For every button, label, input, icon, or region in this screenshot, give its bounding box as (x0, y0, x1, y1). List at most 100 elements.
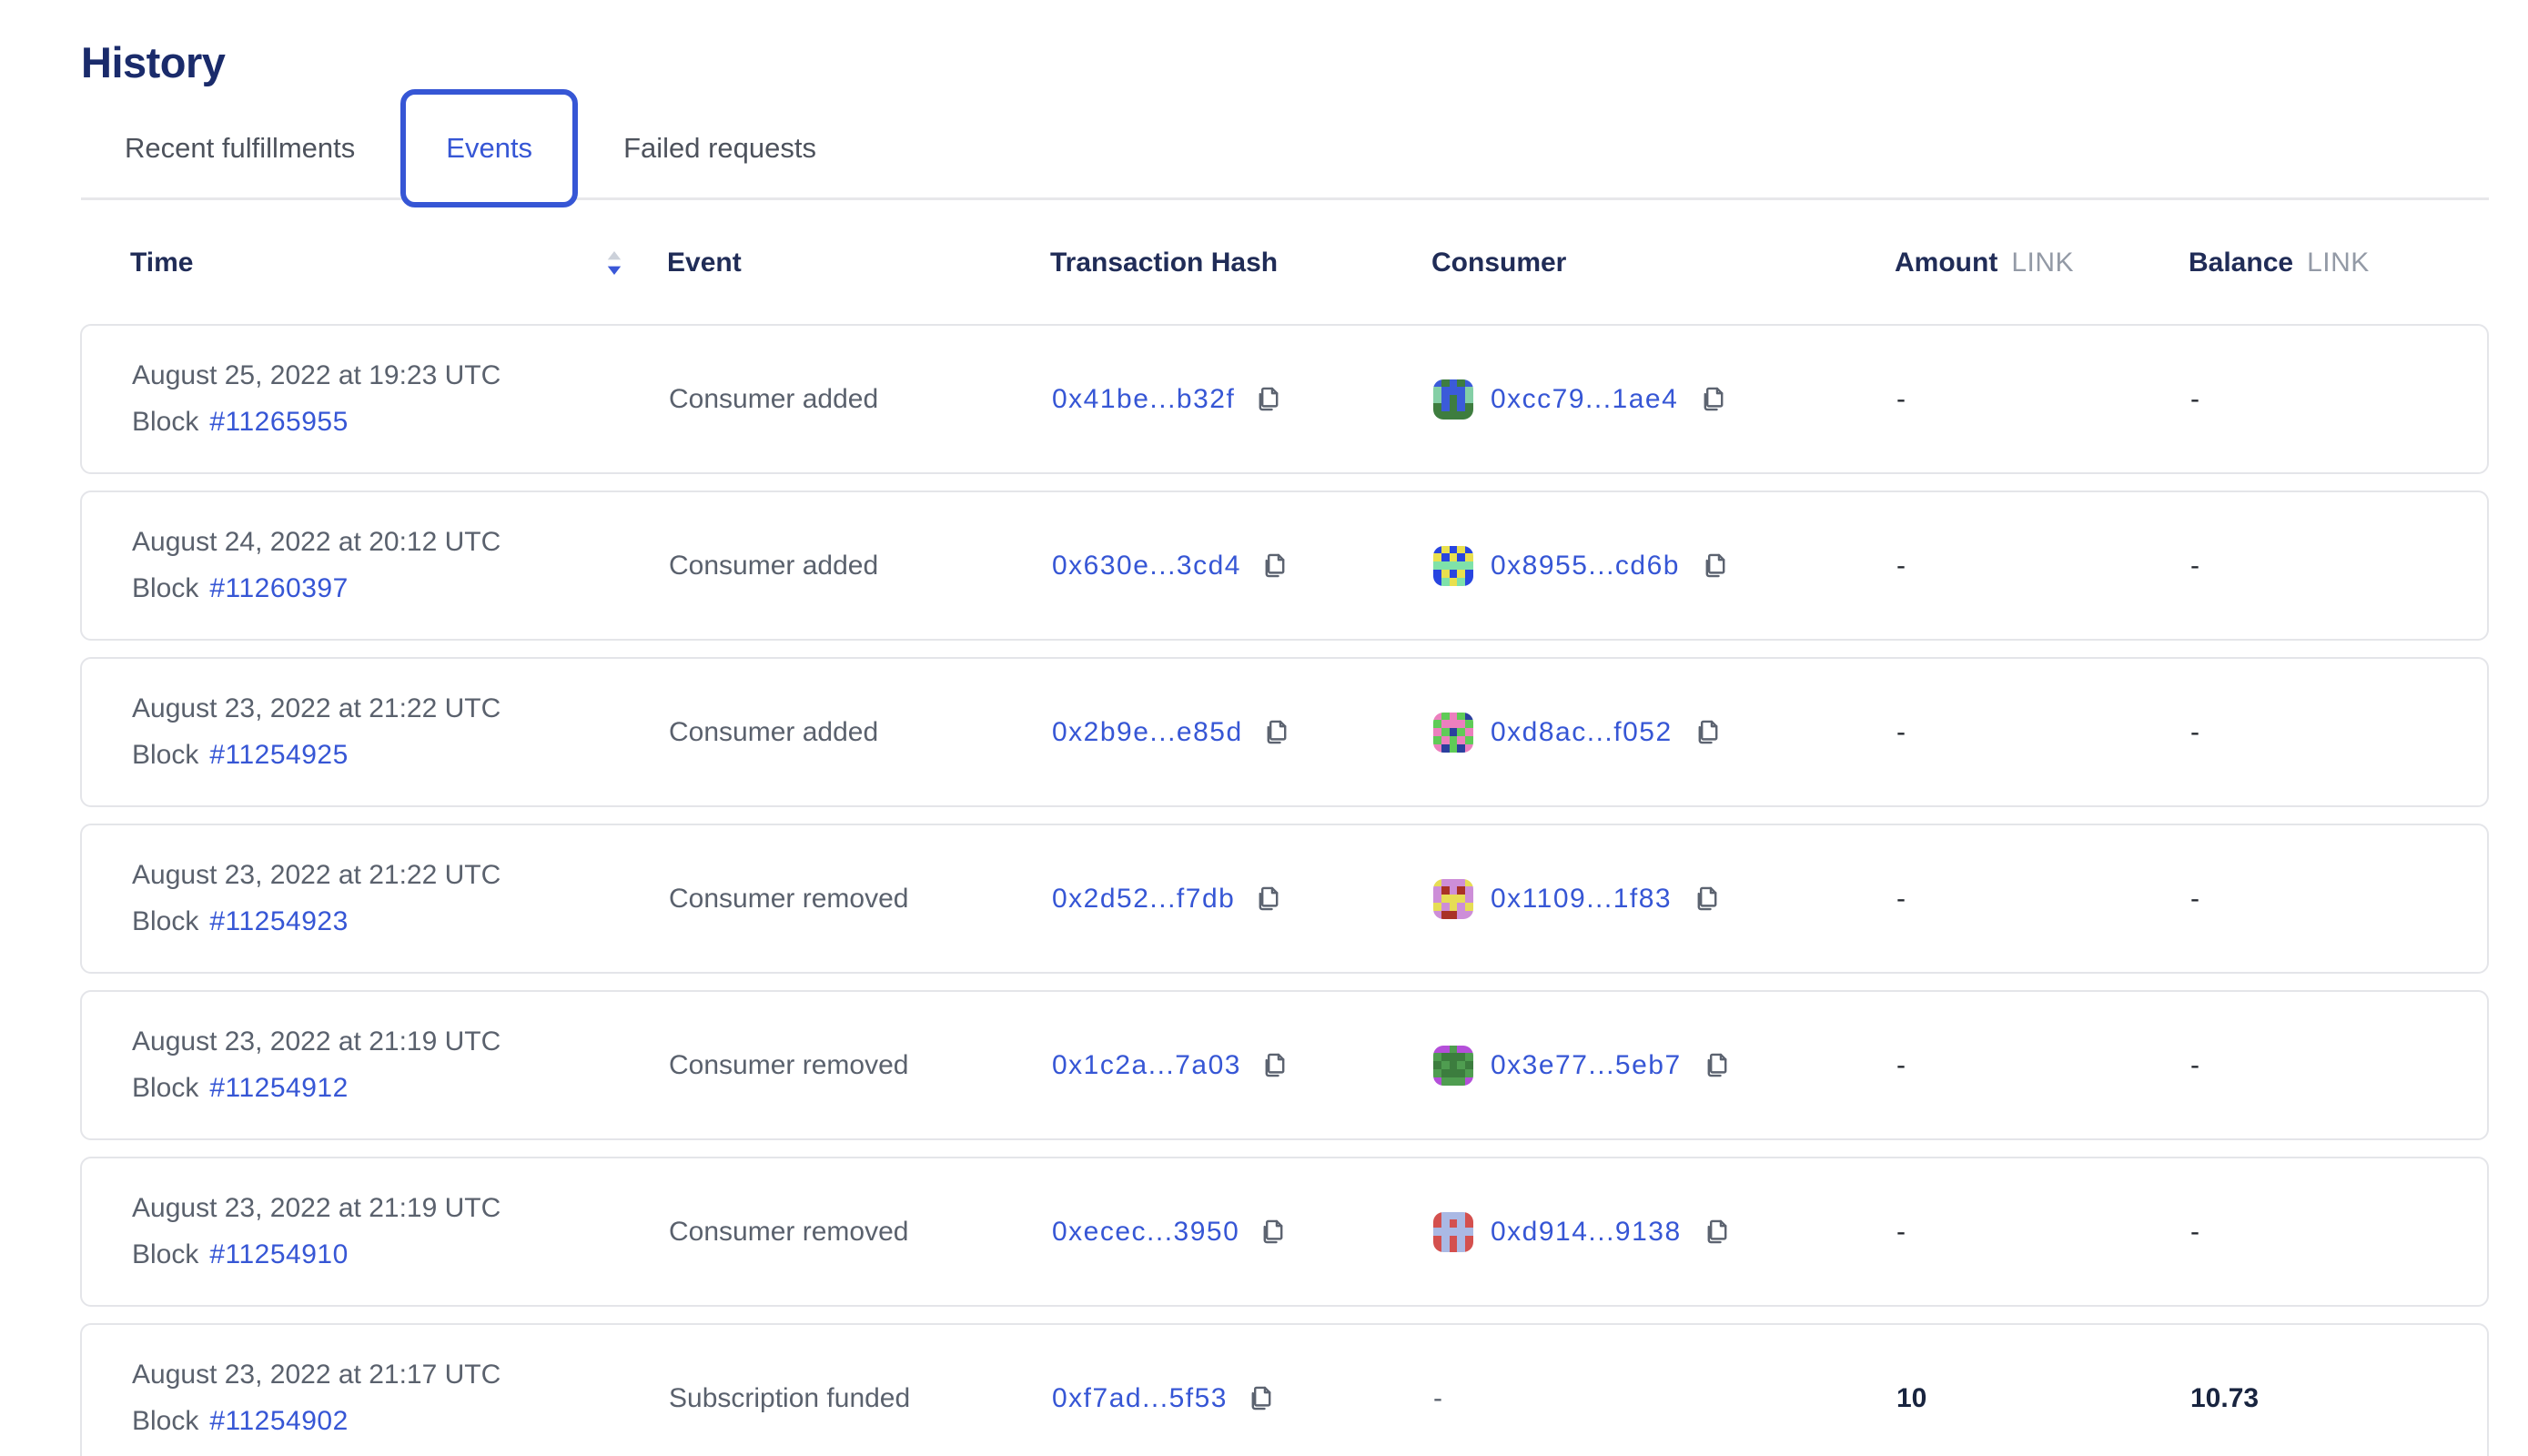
copy-tx-hash-icon[interactable] (1258, 1217, 1289, 1248)
row-tx-link[interactable]: 0x41be...b32f (1052, 384, 1235, 415)
row-balance: 10.73 (2190, 1383, 2487, 1414)
column-header-time[interactable]: Time (130, 248, 667, 278)
row-event: Consumer added (669, 717, 1052, 748)
time-cell: August 25, 2022 at 19:23 UTC Block #1126… (132, 359, 669, 440)
copy-consumer-address-icon[interactable] (1700, 551, 1731, 581)
row-date: August 25, 2022 at 19:23 UTC (132, 359, 669, 393)
row-block-link[interactable]: #11260397 (209, 571, 348, 606)
row-event: Consumer added (669, 384, 1052, 415)
page-title: History (81, 37, 225, 87)
transaction-hash-cell: 0x2d52...f7db (1052, 884, 1433, 915)
transaction-hash-cell: 0x2b9e...e85d (1052, 717, 1433, 748)
copy-consumer-address-icon[interactable] (1702, 1050, 1733, 1081)
row-consumer-link[interactable]: 0x8955...cd6b (1491, 551, 1680, 581)
row-tx-link[interactable]: 0x1c2a...7a03 (1052, 1050, 1241, 1081)
row-consumer-link[interactable]: 0xd914...9138 (1491, 1217, 1682, 1248)
table-row: August 23, 2022 at 21:17 UTC Block #1125… (80, 1323, 2489, 1456)
copy-tx-hash-icon[interactable] (1253, 884, 1284, 915)
copy-consumer-address-icon[interactable] (1698, 384, 1729, 415)
column-header-amount[interactable]: Amount LINK (1895, 248, 2189, 278)
balance-header-label: Balance (2189, 248, 2293, 278)
table-row: August 23, 2022 at 21:19 UTC Block #1125… (80, 990, 2489, 1140)
row-consumer-link[interactable]: 0xcc79...1ae4 (1491, 384, 1678, 415)
row-amount: - (1896, 1217, 2190, 1248)
row-block-link[interactable]: #11254902 (209, 1404, 348, 1439)
consumer-avatar (1433, 1046, 1473, 1086)
row-date: August 24, 2022 at 20:12 UTC (132, 525, 669, 560)
column-header-transaction-hash[interactable]: Transaction Hash (1050, 248, 1431, 278)
row-amount: - (1896, 884, 2190, 915)
copy-tx-hash-icon[interactable] (1259, 1050, 1290, 1081)
row-block-link[interactable]: #11254912 (209, 1071, 348, 1106)
row-event: Consumer removed (669, 884, 1052, 915)
consumer-avatar (1433, 546, 1473, 586)
copy-consumer-address-icon[interactable] (1702, 1217, 1733, 1248)
tab-failed-requests[interactable]: Failed requests (580, 132, 860, 165)
row-block-label: Block (132, 1238, 198, 1272)
amount-header-label: Amount (1895, 248, 1997, 278)
row-block-label: Block (132, 905, 198, 939)
row-block-label: Block (132, 571, 198, 606)
row-amount: - (1896, 1050, 2190, 1081)
consumer-cell: 0xcc79...1ae4 (1433, 379, 1896, 420)
column-header-event[interactable]: Event (667, 248, 1050, 278)
sort-descending-icon[interactable] (605, 250, 623, 276)
amount-unit-label: LINK (2011, 248, 2074, 278)
consumer-avatar (1433, 713, 1473, 753)
consumer-avatar (1433, 1212, 1473, 1252)
table-row: August 25, 2022 at 19:23 UTC Block #1126… (80, 324, 2489, 474)
table-row: August 23, 2022 at 21:22 UTC Block #1125… (80, 824, 2489, 974)
row-consumer-link: - (1433, 1383, 1442, 1414)
column-header-balance[interactable]: Balance LINK (2189, 248, 2489, 278)
row-block-link[interactable]: #11254910 (209, 1238, 348, 1272)
row-consumer-link[interactable]: 0x1109...1f83 (1491, 884, 1672, 915)
consumer-cell: 0x3e77...5eb7 (1433, 1046, 1896, 1086)
row-block-link[interactable]: #11265955 (209, 405, 348, 440)
time-header-label: Time (130, 248, 193, 278)
tab-recent-fulfillments[interactable]: Recent fulfillments (81, 132, 399, 165)
consumer-cell: 0xd914...9138 (1433, 1212, 1896, 1252)
history-page: History Recent fulfillments Events Faile… (0, 0, 2528, 1456)
row-block-label: Block (132, 1071, 198, 1106)
row-block-link[interactable]: #11254925 (209, 738, 348, 773)
row-balance: - (2190, 384, 2487, 415)
row-consumer-link[interactable]: 0x3e77...5eb7 (1491, 1050, 1682, 1081)
row-tx-link[interactable]: 0xecec...3950 (1052, 1217, 1239, 1248)
time-cell: August 23, 2022 at 21:17 UTC Block #1125… (132, 1358, 669, 1439)
row-tx-link[interactable]: 0x630e...3cd4 (1052, 551, 1241, 581)
consumer-avatar (1433, 879, 1473, 919)
events-table-body: August 25, 2022 at 19:23 UTC Block #1126… (80, 324, 2489, 1456)
row-amount: - (1896, 551, 2190, 581)
history-tabs: Recent fulfillments Events Failed reques… (81, 89, 860, 207)
tab-events[interactable]: Events (400, 89, 578, 207)
column-header-consumer[interactable]: Consumer (1431, 248, 1895, 278)
copy-tx-hash-icon[interactable] (1246, 1383, 1277, 1414)
time-cell: August 23, 2022 at 21:22 UTC Block #1125… (132, 858, 669, 939)
row-date: August 23, 2022 at 21:17 UTC (132, 1358, 669, 1392)
copy-tx-hash-icon[interactable] (1261, 717, 1292, 748)
row-balance: - (2190, 717, 2487, 748)
copy-tx-hash-icon[interactable] (1253, 384, 1284, 415)
row-event: Consumer removed (669, 1217, 1052, 1248)
copy-tx-hash-icon[interactable] (1259, 551, 1290, 581)
row-block-link[interactable]: #11254923 (209, 905, 348, 939)
table-row: August 23, 2022 at 21:19 UTC Block #1125… (80, 1157, 2489, 1307)
table-header-row: Time Event Transaction Hash Consumer Amo… (80, 201, 2489, 324)
row-event: Consumer removed (669, 1050, 1052, 1081)
row-balance: - (2190, 1050, 2487, 1081)
transaction-hash-cell: 0x41be...b32f (1052, 384, 1433, 415)
row-consumer-link[interactable]: 0xd8ac...f052 (1491, 717, 1673, 748)
copy-consumer-address-icon[interactable] (1693, 717, 1724, 748)
row-block-label: Block (132, 405, 198, 440)
consumer-cell: 0xd8ac...f052 (1433, 713, 1896, 753)
row-tx-link[interactable]: 0x2d52...f7db (1052, 884, 1235, 915)
transaction-hash-cell: 0xf7ad...5f53 (1052, 1383, 1433, 1414)
row-amount: 10 (1896, 1383, 2190, 1414)
row-amount: - (1896, 717, 2190, 748)
row-tx-link[interactable]: 0xf7ad...5f53 (1052, 1383, 1228, 1414)
copy-consumer-address-icon[interactable] (1692, 884, 1723, 915)
time-cell: August 23, 2022 at 21:19 UTC Block #1125… (132, 1191, 669, 1272)
row-tx-link[interactable]: 0x2b9e...e85d (1052, 717, 1243, 748)
table-row: August 24, 2022 at 20:12 UTC Block #1126… (80, 490, 2489, 641)
transaction-hash-cell: 0x1c2a...7a03 (1052, 1050, 1433, 1081)
